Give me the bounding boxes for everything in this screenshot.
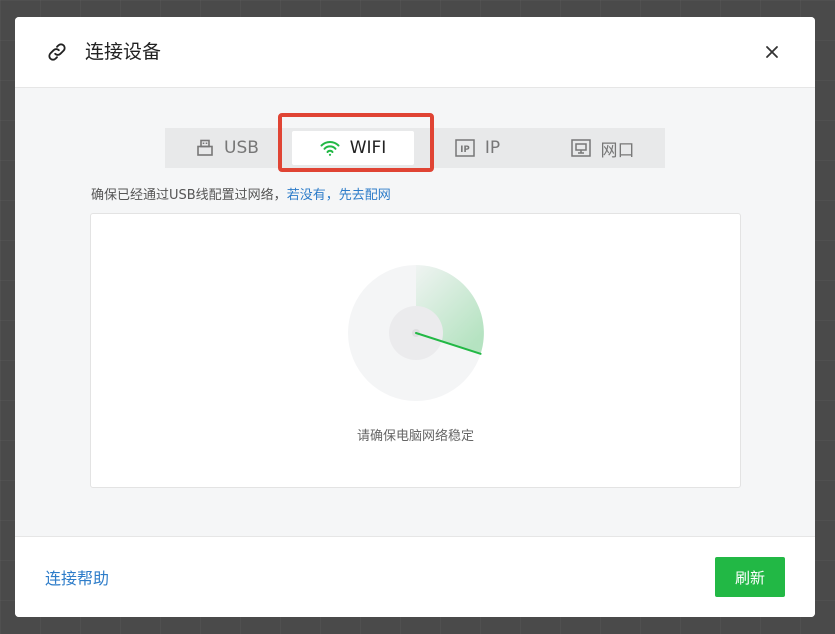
tab-ethernet-port[interactable]: 网口 <box>540 128 665 168</box>
hint-text: 确保已经通过USB线配置过网络， <box>91 188 287 203</box>
tab-wifi[interactable]: WIFI <box>292 131 414 165</box>
svg-text:IP: IP <box>460 145 469 155</box>
connect-device-dialog: 连接设备 USB WIFI IP IP 网口 确保已经通过USB线配置过网络，若… <box>15 17 815 617</box>
wifi-icon <box>320 141 340 156</box>
close-icon[interactable] <box>759 39 785 65</box>
refresh-button[interactable]: 刷新 <box>715 557 785 597</box>
connection-help-link[interactable]: 连接帮助 <box>45 565 109 589</box>
tab-wifi-label: WIFI <box>349 138 387 158</box>
device-scan-panel: 请确保电脑网络稳定 <box>90 213 741 488</box>
tab-usb[interactable]: USB <box>165 128 290 168</box>
hint-link-configure-network[interactable]: 先去配网 <box>339 188 391 203</box>
ip-icon: IP <box>455 139 475 157</box>
tab-ip-label: IP <box>484 138 501 158</box>
dialog-header: 连接设备 <box>15 17 815 88</box>
scan-status-text: 请确保电脑网络稳定 <box>356 429 474 444</box>
hint-link-no-config[interactable]: 若没有， <box>287 188 339 203</box>
dialog-body: USB WIFI IP IP 网口 确保已经通过USB线配置过网络，若没有，先去… <box>15 88 815 536</box>
tab-ip[interactable]: IP IP <box>415 128 540 168</box>
link-icon <box>48 43 66 61</box>
radar-scan-icon <box>348 265 484 401</box>
dialog-footer: 连接帮助 刷新 <box>15 536 815 617</box>
dialog-title: 连接设备 <box>85 41 162 63</box>
network-hint: 确保已经通过USB线配置过网络，若没有，先去配网 <box>91 184 391 203</box>
tab-usb-label: USB <box>224 138 259 158</box>
ethernet-port-icon <box>570 139 591 157</box>
tab-ethernet-port-label: 网口 <box>600 140 635 161</box>
connection-type-tabs: USB WIFI IP IP 网口 <box>165 128 665 168</box>
usb-icon <box>197 139 213 156</box>
